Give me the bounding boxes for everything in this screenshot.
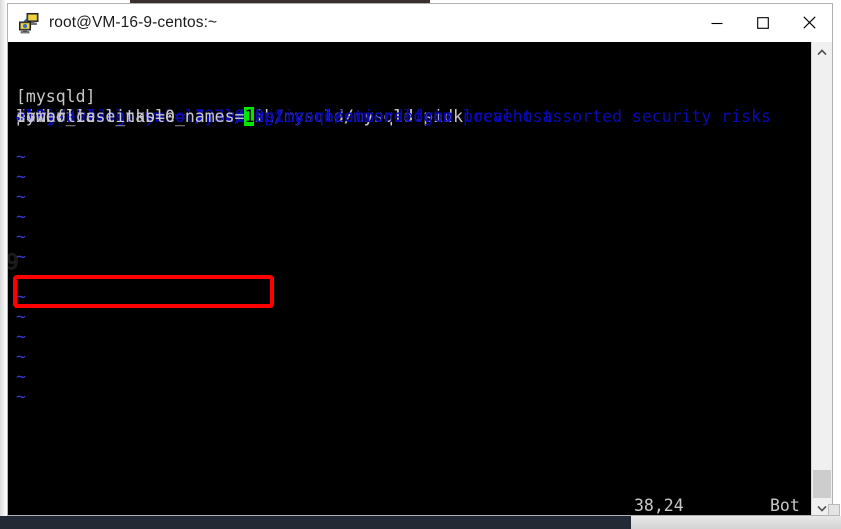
vim-line: [mysqld] pid-file = /var/run/mysqld/mysql…: [16, 87, 813, 126]
window-title: root@VM-16-9-centos:~: [49, 13, 218, 31]
vim-line: [mysqld] pid-file = /var/run/mysqld/mysql…: [16, 87, 813, 126]
vim-empty-line-marker: ~: [16, 187, 26, 206]
vim-line: [mysqld] pid-file = /var/run/mysqld/mysql…: [16, 87, 813, 126]
vim-line-text: [mysqld]: [16, 87, 96, 106]
maximize-button[interactable]: [740, 4, 786, 41]
vim-status-line: 38,24 Bot: [8, 494, 813, 515]
vim-line: [mysqld] pid-file = /var/run/mysqld/mysql…: [16, 87, 813, 126]
putty-network-computers-icon: [18, 12, 40, 34]
title-bar[interactable]: root@VM-16-9-centos:~: [8, 4, 832, 42]
window-resize-grip[interactable]: [828, 504, 840, 516]
vim-line: [mysqld] pid-file = /var/run/mysqld/mysql…: [16, 87, 813, 126]
scroll-position-indicator: Bot: [770, 496, 800, 515]
terminal-window: root@VM-16-9-centos:~ [mysqld] pid-file =…: [7, 3, 833, 516]
vim-empty-line-marker: ~: [16, 207, 26, 226]
taskbar-tray-area[interactable]: [631, 516, 841, 529]
vim-editor-viewport[interactable]: [mysqld] pid-file = /var/run/mysqld/mysql…: [8, 42, 813, 515]
background-window-left-edge: [0, 0, 7, 529]
chevron-up-icon[interactable]: [812, 42, 832, 62]
vim-empty-line-marker: ~: [16, 267, 26, 286]
scrollbar-track[interactable]: [812, 62, 832, 498]
vim-line-text: lower_case_table_names=: [16, 107, 245, 126]
vim-empty-line-marker: ~: [16, 387, 26, 406]
vim-empty-line-marker: ~: [16, 287, 26, 306]
vim-line: [mysqld] pid-file = /var/run/mysqld/mysql…: [16, 87, 813, 126]
vim-empty-line-markers: ~ ~ ~ ~ ~ ~ ~ ~ ~ ~ ~ ~ ~: [16, 147, 813, 407]
vim-empty-line-marker: ~: [16, 227, 26, 246]
vim-line: [mysqld]: [16, 87, 813, 107]
vim-empty-line-marker: ~: [16, 247, 26, 266]
vim-empty-line-marker: ~: [16, 167, 26, 186]
vim-empty-line-marker: ~: [16, 347, 26, 366]
minimize-button[interactable]: [694, 4, 740, 41]
vim-empty-line-marker: ~: [16, 147, 26, 166]
vim-line: [mysqld] pid-file = /var/run/mysqld/mysql…: [16, 87, 813, 126]
vertical-scrollbar[interactable]: [811, 42, 832, 515]
stray-overlay-glyph: 9: [7, 250, 19, 274]
close-button[interactable]: [786, 4, 832, 41]
cursor-position-indicator: 38,24: [634, 496, 684, 515]
vim-line: [mysqld] pid-file = /var/run/mysqld/mysql…: [16, 87, 813, 126]
vim-line: [mysqld] pid-file = /var/run/mysqld/mysql…: [16, 87, 813, 126]
window-controls: [694, 4, 832, 41]
vim-empty-line-marker: ~: [16, 367, 26, 386]
vim-buffer-lines: [mysqld] pid-file = /var/run/mysqld/mysql…: [16, 87, 813, 126]
vim-empty-line-marker: ~: [16, 327, 26, 346]
terminal-body: [mysqld] pid-file = /var/run/mysqld/mysql…: [7, 42, 832, 515]
vim-cursor-block: 1: [244, 107, 255, 126]
vim-empty-line-marker: ~: [16, 307, 26, 326]
